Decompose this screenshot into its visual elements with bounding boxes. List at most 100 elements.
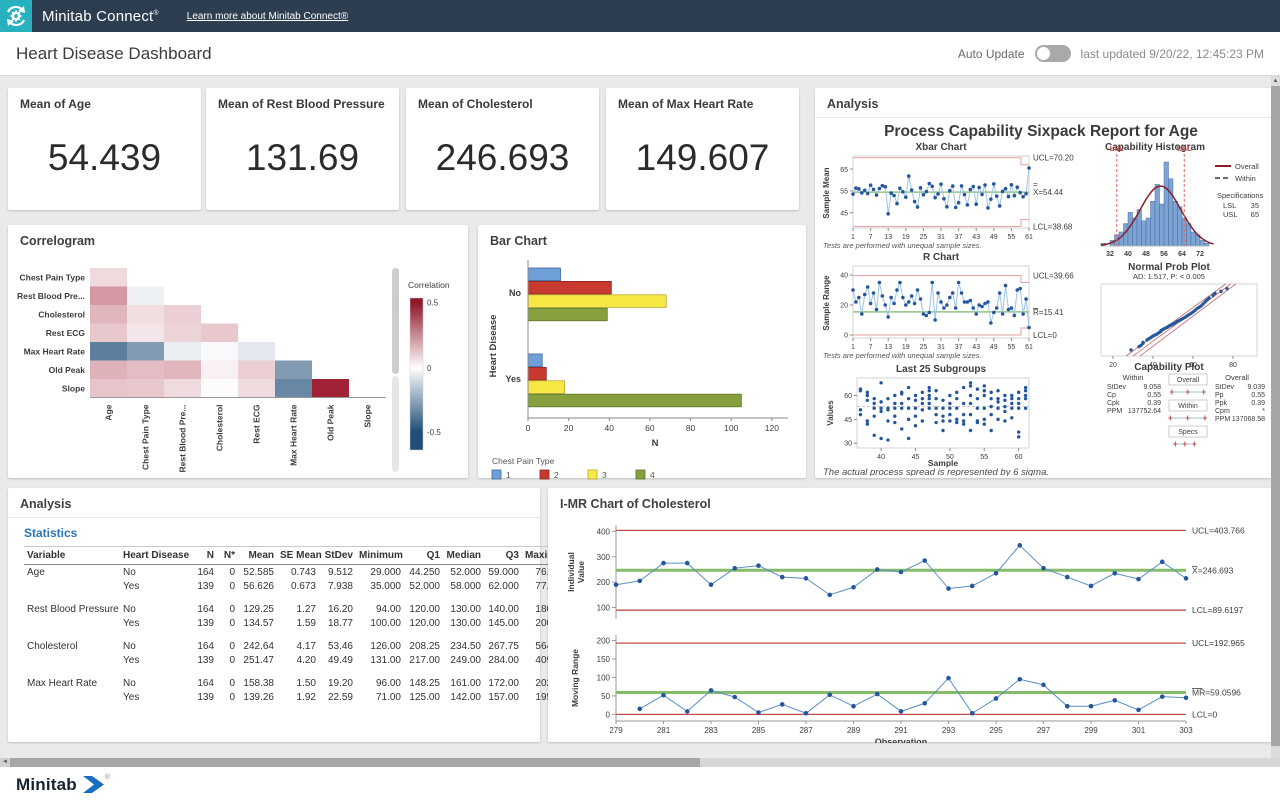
- scroll-left-arrow-icon[interactable]: ◄: [0, 758, 10, 767]
- kpi-value: 54.439: [20, 137, 189, 179]
- svg-text:Within: Within: [1178, 403, 1198, 410]
- svg-text:289: 289: [847, 726, 861, 735]
- svg-text:55: 55: [840, 189, 848, 196]
- svg-text:60: 60: [844, 393, 852, 400]
- sync-gear-icon: [4, 4, 28, 28]
- table-row: Yes1390251.474.2049.49131.00217.00249.00…: [24, 653, 569, 667]
- svg-text:200: 200: [597, 637, 611, 646]
- svg-text:301: 301: [1132, 726, 1146, 735]
- stats-col-header: Q3: [484, 547, 522, 565]
- stats-col-header: StDev: [319, 547, 356, 565]
- svg-text:Max Heart Rate: Max Heart Rate: [24, 346, 86, 356]
- svg-text:0.39: 0.39: [1251, 400, 1265, 407]
- svg-text:1: 1: [851, 234, 855, 241]
- dashboard-header: Heart Disease Dashboard Auto Update last…: [0, 32, 1280, 76]
- svg-text:-0.5: -0.5: [427, 428, 441, 437]
- svg-text:Rest ECG: Rest ECG: [252, 404, 262, 444]
- svg-text:48: 48: [1142, 251, 1150, 258]
- svg-text:300: 300: [597, 553, 611, 562]
- svg-text:Xbar Chart: Xbar Chart: [915, 142, 967, 153]
- svg-text:PPM: PPM: [1107, 408, 1122, 415]
- svg-text:37: 37: [955, 344, 963, 351]
- svg-text:0: 0: [844, 333, 848, 340]
- minitab-footer-brand: Minitab: [16, 775, 77, 795]
- svg-text:45: 45: [912, 454, 920, 461]
- svg-text:2: 2: [554, 470, 559, 480]
- svg-text:3: 3: [602, 470, 607, 480]
- svg-text:USL: USL: [1223, 210, 1238, 219]
- svg-text:19: 19: [902, 344, 910, 351]
- stats-col-header: Mean: [238, 547, 277, 565]
- svg-text:40: 40: [1124, 251, 1132, 258]
- imr-chart: UCL=403.766LCL=89.6197X=246.693100200300…: [552, 517, 1268, 743]
- svg-text:Old Peak: Old Peak: [49, 365, 86, 375]
- svg-text:20: 20: [564, 423, 574, 433]
- statistics-subtitle: Statistics: [8, 518, 540, 544]
- svg-text:Cpk: Cpk: [1107, 400, 1120, 407]
- svg-text:Specs: Specs: [1178, 429, 1198, 436]
- svg-text:Rest Blood Pre...: Rest Blood Pre...: [17, 291, 85, 301]
- svg-text:19: 19: [902, 234, 910, 241]
- statistics-table: VariableHeart DiseaseNN*MeanSE MeanStDev…: [24, 546, 569, 713]
- svg-text:Tests are performed with unequ: Tests are performed with unequal sample …: [823, 241, 982, 250]
- svg-text:55: 55: [980, 454, 988, 461]
- table-row: Yes139056.6260.6737.93835.00052.00058.00…: [24, 579, 569, 593]
- svg-text:Cpm: Cpm: [1215, 408, 1230, 415]
- table-row: Rest Blood PressureNo1640129.251.2716.20…: [24, 602, 569, 616]
- svg-text:49: 49: [990, 344, 998, 351]
- svg-text:45: 45: [844, 417, 852, 424]
- vertical-scrollbar-thumb[interactable]: [1271, 86, 1280, 746]
- process-capability-sixpack: Process Capability Sixpack Report for Ag…: [817, 118, 1269, 476]
- kpi-value: 246.693: [418, 137, 587, 179]
- svg-text:Observation: Observation: [875, 737, 928, 743]
- brand-title: Minitab Connect®: [42, 8, 159, 25]
- svg-text:40: 40: [605, 423, 615, 433]
- svg-text:Correlation: Correlation: [408, 280, 450, 290]
- svg-text:50: 50: [601, 692, 610, 701]
- svg-text:295: 295: [989, 726, 1003, 735]
- vertical-scrollbar[interactable]: ▲: [1271, 76, 1280, 758]
- stats-col-header: N*: [217, 547, 238, 565]
- svg-text:20: 20: [840, 303, 848, 310]
- svg-text:Slope: Slope: [363, 404, 373, 427]
- stats-col-header: Median: [443, 547, 484, 565]
- horizontal-scrollbar-thumb[interactable]: [10, 758, 700, 767]
- svg-text:7: 7: [869, 234, 873, 241]
- svg-text:LCL=89.6197: LCL=89.6197: [1192, 605, 1244, 615]
- svg-text:137752.64: 137752.64: [1128, 408, 1161, 415]
- svg-text:Capability Plot: Capability Plot: [1134, 362, 1204, 373]
- svg-text:Cholesterol: Cholesterol: [215, 405, 225, 452]
- svg-text:Specifications: Specifications: [1217, 191, 1264, 200]
- scroll-up-arrow-icon[interactable]: ▲: [1271, 76, 1280, 86]
- svg-text:Max Heart Rate: Max Heart Rate: [289, 404, 299, 466]
- learn-more-link[interactable]: Learn more about Minitab Connect®: [187, 11, 348, 22]
- correlogram-title: Correlogram: [8, 225, 468, 254]
- svg-text:37: 37: [955, 234, 963, 241]
- auto-update-toggle[interactable]: [1035, 45, 1071, 62]
- svg-text:150: 150: [597, 655, 611, 664]
- svg-text:LSL: LSL: [1223, 201, 1236, 210]
- statistics-analysis-panel: Analysis Statistics VariableHeart Diseas…: [8, 488, 540, 742]
- svg-text:0.5: 0.5: [427, 299, 439, 308]
- svg-text:The actual process spread is r: The actual process spread is represented…: [823, 467, 1049, 476]
- kpi-label: Mean of Age: [20, 97, 189, 111]
- horizontal-scrollbar[interactable]: ◄: [0, 758, 1280, 767]
- svg-text:Last 25 Subgroups: Last 25 Subgroups: [896, 364, 986, 375]
- svg-text:LSL: LSL: [1110, 144, 1125, 153]
- svg-text:0: 0: [526, 423, 531, 433]
- svg-text:100: 100: [597, 604, 611, 613]
- svg-text:4: 4: [650, 470, 655, 480]
- svg-text:32: 32: [1106, 251, 1114, 258]
- svg-text:Slope: Slope: [62, 383, 85, 393]
- table-row: CholesterolNo1640242.644.1753.46126.0020…: [24, 639, 569, 653]
- stats-col-header: Variable: [24, 547, 120, 565]
- analysis-title: Analysis: [8, 488, 540, 518]
- page-footer: Minitab ®: [0, 767, 1280, 802]
- svg-text:0: 0: [427, 364, 432, 373]
- svg-text:13: 13: [884, 234, 892, 241]
- svg-text:Tests are performed with unequ: Tests are performed with unequal sample …: [823, 351, 982, 360]
- svg-text:Individual: Individual: [566, 552, 576, 592]
- toggle-knob: [1037, 47, 1050, 60]
- correlogram-panel: Correlogram Chest Pain TypeRest Blood Pr…: [8, 225, 468, 478]
- svg-text:40: 40: [840, 273, 848, 280]
